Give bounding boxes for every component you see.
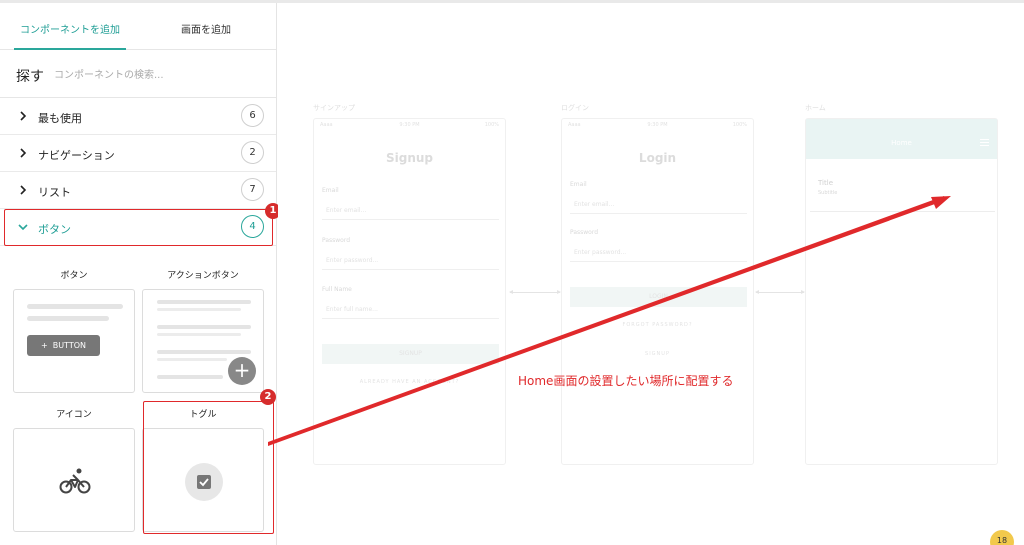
signup-button: SIGNUP: [322, 344, 499, 364]
category-label: リスト: [38, 186, 71, 199]
placeholder-line: [157, 308, 241, 311]
list-item-title: Title: [818, 179, 834, 187]
screen-canvas: サインアップ Aaaa 9:30 PM 100% Signup Email En…: [278, 3, 1024, 545]
battery-text: 100%: [732, 122, 747, 128]
component-title-icon: アイコン: [56, 410, 92, 420]
battery-text: 100%: [484, 122, 499, 128]
highlight-category-button: [4, 209, 273, 246]
component-card-action-button[interactable]: +: [142, 289, 264, 393]
component-search: 探す: [0, 50, 276, 98]
tab-add-component[interactable]: コンポーネントを追加: [14, 3, 126, 50]
screen-connector: [509, 290, 561, 294]
home-header: Home: [806, 119, 997, 159]
category-label: ナビゲーション: [38, 149, 115, 162]
field-label: Email: [570, 181, 587, 188]
time-text: 9:30 PM: [647, 122, 668, 128]
status-bar: Aaaa 9:30 PM 100%: [320, 122, 499, 128]
category-count: 6: [241, 104, 264, 127]
chevron-right-icon: [20, 148, 27, 158]
list-divider: [810, 211, 995, 212]
plus-icon: +: [228, 357, 256, 385]
category-label: 最も使用: [38, 112, 82, 125]
annotation-text: Home画面の設置したい場所に配置する: [518, 374, 734, 388]
placeholder-line: [157, 358, 227, 361]
field-label: Password: [322, 237, 351, 244]
plus-icon: +: [40, 341, 48, 350]
screen-label-signup: サインアップ: [313, 104, 355, 112]
password-field: Enter password...: [322, 252, 499, 270]
step-marker-2: 2: [260, 389, 276, 405]
screen-signup[interactable]: Aaaa 9:30 PM 100% Signup Email Enter ema…: [313, 118, 506, 465]
category-count: 2: [241, 141, 264, 164]
chevron-right-icon: [20, 185, 27, 195]
placeholder-line: [157, 325, 251, 329]
tab-add-screen[interactable]: 画面を追加: [150, 3, 262, 50]
placeholder-line: [157, 375, 223, 379]
email-field: Enter email...: [322, 202, 499, 220]
screen-login[interactable]: Aaaa 9:30 PM 100% Login Email Enter emai…: [561, 118, 754, 465]
screen-connector: [755, 290, 805, 294]
placeholder-line: [157, 300, 251, 304]
field-label: Full Name: [322, 286, 352, 293]
placeholder-line: [27, 304, 123, 309]
category-most-used[interactable]: 最も使用 6: [0, 98, 276, 135]
status-bar: Aaaa 9:30 PM 100%: [568, 122, 747, 128]
component-card-icon[interactable]: [13, 428, 135, 532]
placeholder-line: [157, 333, 241, 336]
category-list[interactable]: リスト 7: [0, 172, 276, 209]
menu-icon: [980, 139, 989, 146]
bicycle-icon: [59, 468, 91, 494]
component-title-button: ボタン: [60, 271, 88, 281]
highlight-toggle-card: [143, 401, 274, 534]
password-field: Enter password...: [570, 244, 747, 262]
chevron-right-icon: [20, 111, 27, 121]
already-account-link: ALREADY HAVE AN ACCOUNT?: [359, 379, 460, 385]
sidebar-tabs: コンポーネントを追加 画面を追加: [0, 3, 276, 50]
forgot-password-link: FORGOT PASSWORD?: [622, 322, 693, 328]
time-text: 9:30 PM: [399, 122, 420, 128]
screen-title: Login: [638, 151, 677, 165]
search-input[interactable]: [54, 65, 264, 85]
component-card-button[interactable]: + BUTTON: [13, 289, 135, 393]
screen-label-login: ログイン: [561, 104, 589, 112]
home-header-title: Home: [891, 139, 912, 147]
button-preview-label: BUTTON: [52, 341, 87, 350]
email-field: Enter email...: [570, 196, 747, 214]
signup-link: SIGNUP: [645, 351, 670, 357]
category-navigation[interactable]: ナビゲーション 2: [0, 135, 276, 172]
component-title-action-button: アクションボタン: [167, 271, 239, 281]
screen-home[interactable]: Home Title Subtitle: [805, 118, 998, 465]
placeholder-line: [27, 316, 109, 321]
placeholder-line: [157, 350, 251, 354]
button-preview: + BUTTON: [27, 335, 100, 356]
search-label: 探す: [16, 69, 44, 85]
login-button: LOGIN: [570, 287, 747, 307]
category-count: 7: [241, 178, 264, 201]
list-item-subtitle: Subtitle: [818, 190, 838, 196]
field-label: Password: [570, 229, 599, 236]
full-name-field: Enter full name...: [322, 301, 499, 319]
screen-title: Signup: [385, 151, 434, 165]
field-label: Email: [322, 187, 339, 194]
screen-label-home: ホーム: [805, 104, 826, 112]
